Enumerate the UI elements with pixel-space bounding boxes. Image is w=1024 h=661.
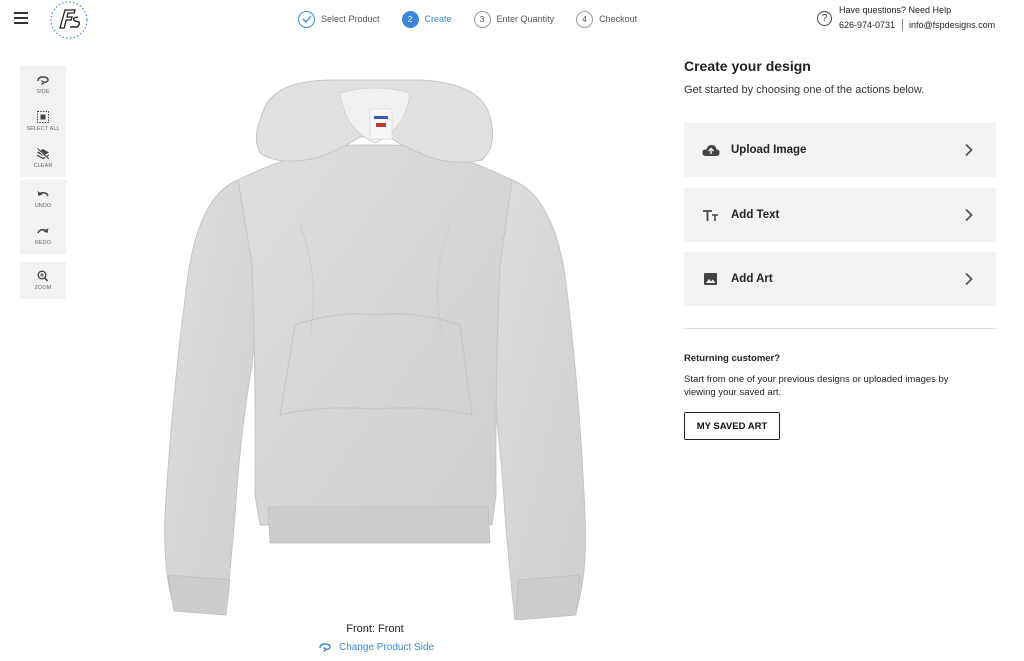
step-number: 4: [576, 10, 594, 28]
step-label: Create: [424, 14, 452, 24]
returning-customer-title: Returning customer?: [684, 353, 781, 364]
cloud-upload-icon: [702, 143, 720, 157]
action-label: Add Text: [731, 209, 780, 221]
my-saved-art-button[interactable]: MY SAVED ART: [684, 412, 780, 440]
panel-title: Create your design: [684, 58, 811, 74]
add-text-button[interactable]: Add Text: [684, 188, 996, 242]
header: Select Product 2 Create 3 Enter Quantity…: [0, 0, 1024, 40]
help-contact: ? Have questions? Need Help 626-974-0731…: [817, 5, 1012, 35]
tool-label: REDO: [34, 240, 52, 246]
chevron-right-icon: [965, 272, 973, 286]
zoom-icon: [37, 270, 49, 282]
chevron-right-icon: [965, 208, 973, 222]
text-icon: [702, 208, 720, 222]
upload-image-button[interactable]: Upload Image: [684, 123, 996, 177]
redo-tool-button[interactable]: REDO: [20, 217, 66, 254]
undo-tool-button[interactable]: UNDO: [20, 180, 66, 217]
step-select-product[interactable]: Select Product: [298, 10, 380, 28]
image-icon: [702, 272, 720, 286]
tool-group-view: SIDE SELECT ALL CLEAR: [20, 66, 66, 177]
step-label: Enter Quantity: [496, 14, 555, 24]
step-checkout[interactable]: 4 Checkout: [576, 10, 638, 28]
check-icon: [298, 10, 315, 28]
chevron-right-icon: [965, 143, 973, 157]
tool-label: ZOOM: [34, 285, 52, 291]
panel-subtitle: Get started by choosing one of the actio…: [684, 84, 925, 96]
tool-label: UNDO: [34, 203, 52, 209]
divider: [902, 19, 903, 31]
clear-tool-button[interactable]: CLEAR: [20, 140, 66, 177]
progress-steps: Select Product 2 Create 3 Enter Quantity…: [298, 8, 659, 30]
clear-layers-icon: [36, 148, 50, 160]
question-circle-icon[interactable]: ?: [817, 11, 832, 26]
create-design-panel: Create your design Get started by choosi…: [684, 58, 996, 440]
tool-label: SELECT ALL: [26, 126, 60, 132]
change-product-side-link[interactable]: Change Product Side: [318, 640, 434, 654]
tool-label: CLEAR: [33, 163, 53, 169]
divider: [684, 328, 996, 329]
add-art-button[interactable]: Add Art: [684, 252, 996, 306]
select-all-tool-button[interactable]: SELECT ALL: [20, 103, 66, 140]
tool-group-history: UNDO REDO: [20, 180, 66, 254]
side-tool-button[interactable]: SIDE: [20, 66, 66, 103]
help-phone[interactable]: 626-974-0731: [839, 20, 895, 30]
step-create[interactable]: 2 Create: [401, 10, 452, 28]
select-all-icon: [37, 111, 49, 123]
tool-label: SIDE: [36, 89, 50, 95]
step-enter-quantity[interactable]: 3 Enter Quantity: [473, 10, 555, 28]
menu-icon[interactable]: [14, 12, 28, 24]
product-canvas[interactable]: [160, 75, 590, 620]
logo[interactable]: [48, 0, 90, 40]
step-label: Checkout: [599, 14, 638, 24]
product-side-caption: Front: Front: [346, 623, 404, 635]
action-label: Upload Image: [731, 144, 807, 156]
tool-group-zoom: ZOOM: [20, 262, 66, 299]
redo-icon: [37, 228, 49, 234]
step-number: 2: [401, 10, 419, 28]
help-email[interactable]: info@fspdesigns.com: [909, 20, 995, 30]
step-number: 3: [473, 10, 491, 28]
rotate-side-icon: [37, 76, 49, 86]
zoom-tool-button[interactable]: ZOOM: [20, 262, 66, 299]
step-label: Select Product: [321, 14, 380, 24]
rotate-side-icon: [319, 643, 331, 652]
returning-customer-text: Start from one of your previous designs …: [684, 374, 949, 398]
action-label: Add Art: [731, 273, 773, 285]
change-side-label: Change Product Side: [339, 641, 435, 653]
undo-icon: [37, 191, 49, 197]
help-title: Have questions? Need Help: [839, 5, 952, 15]
hoodie-image: [164, 79, 587, 620]
